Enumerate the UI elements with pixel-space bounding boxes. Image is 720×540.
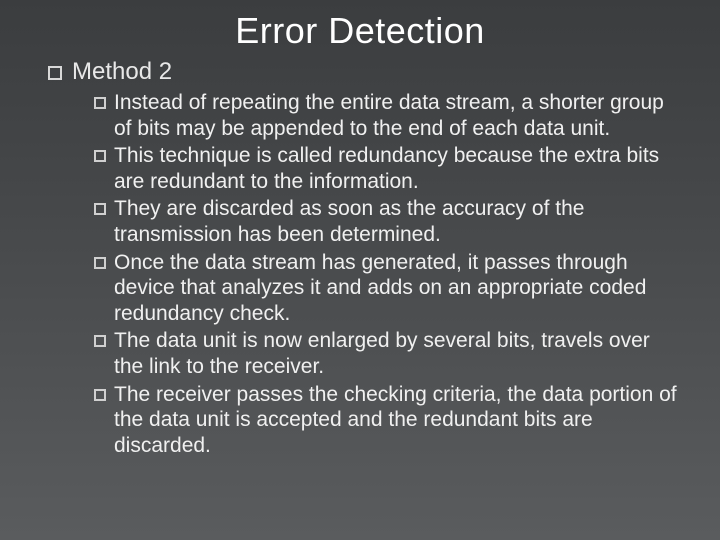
slide-title: Error Detection — [40, 10, 680, 52]
list-item-text: The receiver passes the checking criteri… — [114, 382, 680, 459]
square-bullet-icon — [94, 257, 106, 269]
square-bullet-icon — [94, 97, 106, 109]
list-item-text: This technique is called redundancy beca… — [114, 143, 680, 194]
list-item: Instead of repeating the entire data str… — [94, 90, 680, 141]
heading-text: Method 2 — [72, 58, 172, 86]
list-item-text: The data unit is now enlarged by several… — [114, 328, 680, 379]
list-item-text: They are discarded as soon as the accura… — [114, 196, 680, 247]
square-bullet-icon — [48, 66, 62, 80]
square-bullet-icon — [94, 389, 106, 401]
square-bullet-icon — [94, 335, 106, 347]
list-item-text: Instead of repeating the entire data str… — [114, 90, 680, 141]
list-item: This technique is called redundancy beca… — [94, 143, 680, 194]
list-item: The receiver passes the checking criteri… — [94, 382, 680, 459]
list-item: Once the data stream has generated, it p… — [94, 250, 680, 327]
list-item: They are discarded as soon as the accura… — [94, 196, 680, 247]
square-bullet-icon — [94, 150, 106, 162]
slide: Error Detection Method 2 Instead of repe… — [0, 0, 720, 540]
list-item: The data unit is now enlarged by several… — [94, 328, 680, 379]
square-bullet-icon — [94, 203, 106, 215]
heading-item: Method 2 — [48, 58, 680, 86]
bullet-list: Instead of repeating the entire data str… — [94, 90, 680, 459]
list-item-text: Once the data stream has generated, it p… — [114, 250, 680, 327]
